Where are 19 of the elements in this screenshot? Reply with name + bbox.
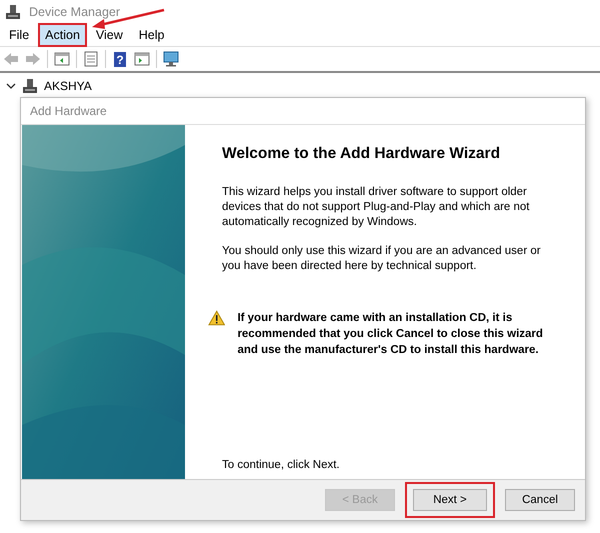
properties-icon[interactable] xyxy=(83,51,99,67)
wizard-heading: Welcome to the Add Hardware Wizard xyxy=(222,145,502,163)
help-icon[interactable]: ? xyxy=(112,51,128,67)
wizard-button[interactable]: Cancel xyxy=(505,489,575,511)
expand-chevron-icon[interactable] xyxy=(6,81,16,91)
console-tree-icon[interactable] xyxy=(54,51,70,67)
warning-text: If your hardware came with an installation CD, it is recommended that you click Cancel to close this wizard and use the manufacturer's CD to install this hardware. xyxy=(237,311,544,358)
menu-item[interactable]: View xyxy=(88,23,130,47)
action-pane-icon[interactable] xyxy=(134,51,150,67)
body-text: To continue, click Next. xyxy=(222,458,341,473)
warning-icon xyxy=(208,310,226,326)
menu-item[interactable]: Help xyxy=(132,23,172,47)
tree-item[interactable]: AKSHYA xyxy=(44,79,92,93)
menu-item[interactable]: File xyxy=(2,23,36,47)
body-text: You should only use this wizard if you are an advanced user or you have been directed here by technical support. xyxy=(222,244,542,274)
body-text: This wizard helps you install driver software to support older devices that do not support Plug-and-Play and which are not automatically recognized by Windows. xyxy=(222,185,530,230)
wizard-button[interactable]: Next > xyxy=(413,489,487,511)
monitor-icon[interactable] xyxy=(163,51,179,67)
window-title: Device Manager xyxy=(29,5,120,19)
